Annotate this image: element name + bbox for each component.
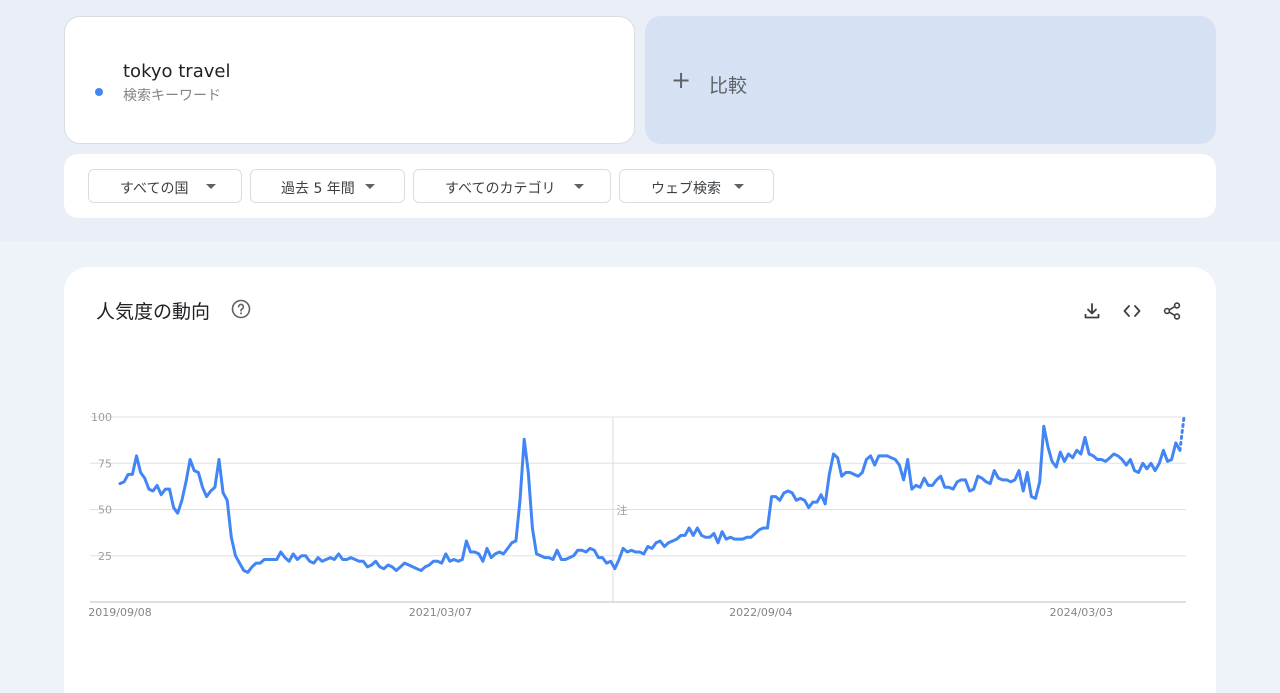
x-tick-label: 2019/09/08 (88, 606, 151, 619)
x-tick-label: 2022/09/04 (729, 606, 792, 619)
y-tick-label: 100 (91, 411, 112, 424)
y-tick-label: 50 (98, 504, 112, 517)
y-axis-ticks: 25 50 75 100 (91, 411, 112, 563)
trend-chart: 25 50 75 100 2019/09/08 2021/03/07 2022/09/04… (88, 411, 1186, 619)
annotation-label: 注 (616, 503, 627, 517)
series-line-partial (1178, 415, 1186, 452)
series-layer (118, 415, 1186, 574)
x-tick-label: 2021/03/07 (409, 606, 472, 619)
series-line-tokyo-travel (118, 424, 1182, 574)
y-tick-label: 75 (98, 457, 112, 470)
y-tick-label: 25 (98, 550, 112, 563)
x-axis-ticks: 2019/09/08 2021/03/07 2022/09/04 2024/03/03 (88, 606, 1113, 619)
x-tick-label: 2024/03/03 (1050, 606, 1113, 619)
chart-grid (90, 416, 1186, 603)
